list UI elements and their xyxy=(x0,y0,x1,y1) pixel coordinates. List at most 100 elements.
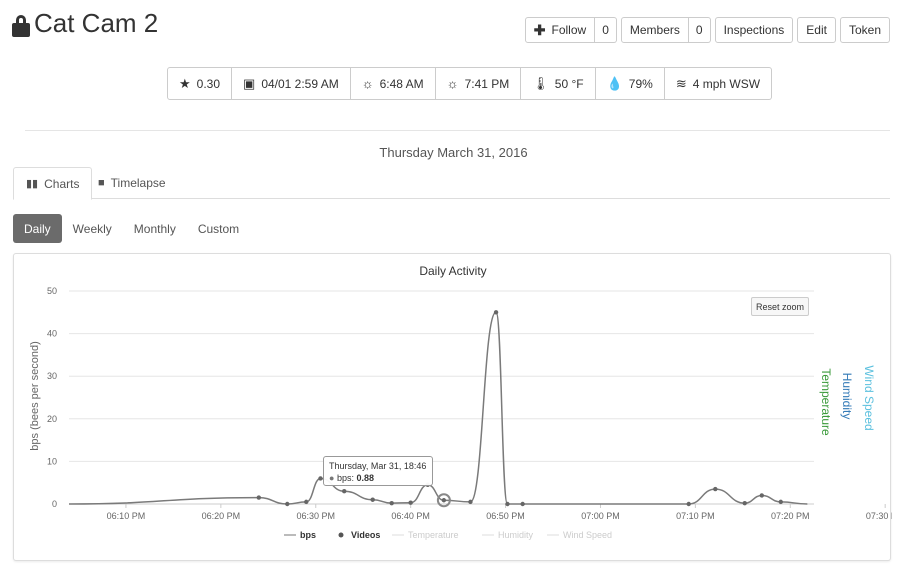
y-tick-label: 30 xyxy=(47,371,57,381)
date-heading: Thursday March 31, 2016 xyxy=(379,145,528,160)
stat-value: 0.30 xyxy=(196,76,221,91)
plus-icon: ✚ xyxy=(533,21,546,38)
legend-label-4: Wind Speed xyxy=(563,530,612,540)
title-row: Cat Cam 2 xyxy=(12,8,158,39)
x-tick-label: 06:40 PM xyxy=(391,511,430,521)
tooltip-date: Thursday, Mar 31, 18:46 xyxy=(329,461,427,471)
period-monthly[interactable]: Monthly xyxy=(123,214,187,243)
wind-icon: ≋ xyxy=(675,75,687,91)
stat-temperature: 🌡 50 °F xyxy=(521,67,596,100)
legend-label-2: Temperature xyxy=(408,530,459,540)
reset-zoom-button[interactable]: Reset zoom xyxy=(751,297,810,316)
follow-label: Follow xyxy=(551,23,587,37)
x-tick-label: 06:50 PM xyxy=(486,511,525,521)
tooltip-value-row: ● bps: 0.88 xyxy=(329,473,375,483)
thermometer-icon: 🌡 xyxy=(532,75,549,91)
video-camera-icon: ■ xyxy=(98,177,105,189)
x-tick-label: 06:30 PM xyxy=(296,511,335,521)
right-axis-label-temperature: Temperature xyxy=(819,368,833,436)
stat-wind: ≋ 4 mph WSW xyxy=(664,67,773,100)
device-icon: ▣ xyxy=(243,75,256,91)
right-axis-label-humidity: Humidity xyxy=(840,373,854,420)
period-weekly[interactable]: Weekly xyxy=(62,214,123,243)
y-tick-label: 40 xyxy=(47,329,57,339)
humidity-icon: 💧 xyxy=(606,75,623,91)
divider xyxy=(25,130,890,131)
data-point-bps xyxy=(713,486,718,492)
bar-chart-icon: ▮▮ xyxy=(26,178,39,190)
data-point-bps xyxy=(441,498,447,503)
data-point-bps xyxy=(505,501,510,507)
follow-count[interactable]: 0 xyxy=(595,17,617,43)
data-point-bps xyxy=(408,500,413,505)
header-actions: ✚ Follow 0 Members 0 Inspections Edit To… xyxy=(524,17,890,43)
series-line-bps xyxy=(68,311,808,505)
tab-label: Charts xyxy=(44,176,80,191)
x-tick-label: 06:10 PM xyxy=(107,511,146,521)
stat-value: 7:41 PM xyxy=(464,76,510,91)
chart-title: Daily Activity xyxy=(419,264,486,278)
data-point-bps xyxy=(778,499,783,505)
data-point-bps xyxy=(256,495,262,500)
data-point-bps xyxy=(304,499,309,505)
stat-value: 4 mph WSW xyxy=(692,76,761,91)
stat-humidity: 💧 79% xyxy=(595,67,665,100)
tab-charts[interactable]: ▮▮ Charts xyxy=(13,167,93,200)
follow-button[interactable]: ✚ Follow xyxy=(524,17,596,43)
members-group: Members 0 xyxy=(620,17,711,43)
y-tick-label: 10 xyxy=(47,456,57,466)
right-axis-label-wind-speed: Wind Speed xyxy=(862,365,876,430)
chart-tooltip: Thursday, Mar 31, 18:46 ● bps: 0.88 xyxy=(323,456,433,486)
legend-symbol-1 xyxy=(338,532,344,538)
tab-timelapse[interactable]: ■ Timelapse xyxy=(86,167,178,199)
view-tabs: ▮▮ Charts ■ Timelapse xyxy=(13,167,890,200)
legend-label-0: bps xyxy=(300,530,316,540)
period-custom[interactable]: Custom xyxy=(187,214,250,243)
stat-sunrise: ☼ 6:48 AM xyxy=(350,67,436,100)
star-icon: ★ xyxy=(179,75,191,91)
stat-rating: ★ 0.30 xyxy=(167,67,233,100)
stat-sunset: ☼ 7:41 PM xyxy=(435,67,522,100)
x-tick-label: 07:30 PM xyxy=(866,511,892,521)
token-button[interactable]: Token xyxy=(839,17,890,43)
stat-value: 79% xyxy=(628,76,653,91)
x-tick-label: 07:20 PM xyxy=(771,511,810,521)
data-point-bps xyxy=(520,501,525,507)
x-tick-label: 06:20 PM xyxy=(202,511,241,521)
sunrise-icon: ☼ xyxy=(361,76,374,91)
legend-label-3: Humidity xyxy=(498,530,534,540)
y-tick-label: 50 xyxy=(47,286,57,296)
data-point-bps xyxy=(285,501,290,507)
tab-label: Timelapse xyxy=(110,176,166,190)
chart-panel: Daily Activity bps (bees per second) Tem… xyxy=(13,253,892,561)
edit-button[interactable]: Edit xyxy=(797,17,836,43)
members-button[interactable]: Members xyxy=(620,17,689,43)
stat-value: 50 °F xyxy=(554,76,584,91)
legend-label-1: Videos xyxy=(351,530,380,540)
sunset-icon: ☼ xyxy=(446,76,459,91)
data-point-bps xyxy=(342,489,347,494)
page-title: Cat Cam 2 xyxy=(34,8,159,38)
x-tick-label: 07:10 PM xyxy=(676,511,715,521)
data-point-bps xyxy=(759,493,765,498)
data-point-bps xyxy=(370,497,375,502)
data-point-bps xyxy=(389,500,394,506)
y-tick-label: 0 xyxy=(52,499,57,509)
tooltip-value: 0.88 xyxy=(356,473,375,483)
stat-last-update: ▣ 04/01 2:59 AM xyxy=(232,67,351,100)
data-point-bps xyxy=(686,501,691,507)
period-daily[interactable]: Daily xyxy=(13,214,62,243)
members-count[interactable]: 0 xyxy=(688,17,711,43)
stat-value: 6:48 AM xyxy=(379,76,424,91)
period-selector: Daily Weekly Monthly Custom xyxy=(13,214,250,243)
x-tick-label: 07:00 PM xyxy=(581,511,620,521)
y-tick-label: 20 xyxy=(47,414,57,424)
lock-icon xyxy=(12,14,30,37)
data-point-bps xyxy=(742,500,747,506)
stat-value: 04/01 2:59 AM xyxy=(261,76,339,91)
follow-group: ✚ Follow 0 xyxy=(524,17,617,43)
stats-bar: ★ 0.30 ▣ 04/01 2:59 AM ☼ 6:48 AM ☼ 7:41 … xyxy=(167,67,773,100)
data-point-bps xyxy=(468,499,473,505)
y-axis-label: bps (bees per second) xyxy=(29,341,41,450)
inspections-button[interactable]: Inspections xyxy=(714,17,794,43)
